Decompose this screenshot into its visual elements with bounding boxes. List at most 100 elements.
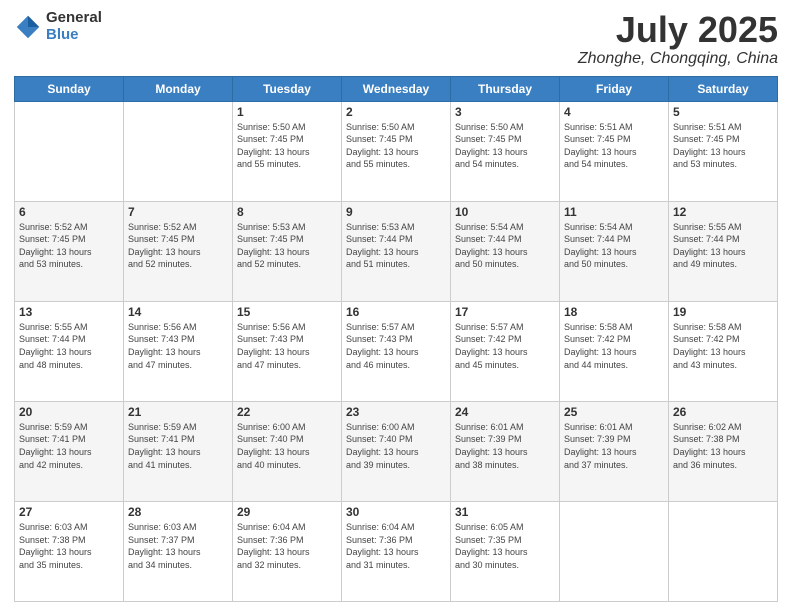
calendar-cell: 6 Sunrise: 5:52 AM Sunset: 7:45 PM Daylig… xyxy=(15,201,124,301)
day-info: Sunrise: 5:52 AM Sunset: 7:45 PM Dayligh… xyxy=(128,221,228,271)
day-number: 18 xyxy=(564,305,664,319)
location-subtitle: Zhonghe, Chongqing, China xyxy=(578,50,778,68)
day-number: 19 xyxy=(673,305,773,319)
day-number: 27 xyxy=(19,505,119,519)
weekday-header-thursday: Thursday xyxy=(451,76,560,101)
day-info: Sunrise: 6:04 AM Sunset: 7:36 PM Dayligh… xyxy=(346,521,446,571)
calendar-cell: 17Sunrise: 5:57 AM Sunset: 7:42 PM Dayli… xyxy=(451,301,560,401)
weekday-header-wednesday: Wednesday xyxy=(342,76,451,101)
title-block: July 2025 Zhonghe, Chongqing, China xyxy=(578,10,778,68)
day-info: Sunrise: 6:05 AM Sunset: 7:35 PM Dayligh… xyxy=(455,521,555,571)
day-number: 22 xyxy=(237,405,337,419)
header: General Blue July 2025 Zhonghe, Chongqin… xyxy=(14,10,778,68)
calendar-week-3: 13 Sunrise: 5:55 AM Sunset: 7:44 PM Dayli… xyxy=(15,301,778,401)
calendar-cell xyxy=(560,501,669,601)
calendar-cell: 4Sunrise: 5:51 AM Sunset: 7:45 PM Daylig… xyxy=(560,101,669,201)
calendar-cell: 26Sunrise: 6:02 AM Sunset: 7:38 PM Dayli… xyxy=(669,401,778,501)
day-info: Sunrise: 6:00 AM Sunset: 7:40 PM Dayligh… xyxy=(237,421,337,471)
weekday-header-row: SundayMondayTuesdayWednesdayThursdayFrid… xyxy=(15,76,778,101)
day-info: Sunrise: 5:54 AM Sunset: 7:44 PM Dayligh… xyxy=(455,221,555,271)
day-number: 8 xyxy=(237,205,337,219)
calendar-cell: 28 Sunrise: 6:03 AM Sunset: 7:37 PM Dayli… xyxy=(124,501,233,601)
calendar-cell xyxy=(669,501,778,601)
day-number: 17 xyxy=(455,305,555,319)
day-info: Sunrise: 5:55 AM Sunset: 7:44 PM Dayligh… xyxy=(19,321,119,371)
calendar-week-4: 20 Sunrise: 5:59 AM Sunset: 7:41 PM Dayli… xyxy=(15,401,778,501)
calendar-cell: 16 Sunrise: 5:57 AM Sunset: 7:43 PM Dayli… xyxy=(342,301,451,401)
calendar-cell: 11Sunrise: 5:54 AM Sunset: 7:44 PM Dayli… xyxy=(560,201,669,301)
day-info: Sunrise: 5:58 AM Sunset: 7:42 PM Dayligh… xyxy=(564,321,664,371)
calendar-cell: 12Sunrise: 5:55 AM Sunset: 7:44 PM Dayli… xyxy=(669,201,778,301)
calendar-cell: 3Sunrise: 5:50 AM Sunset: 7:45 PM Daylig… xyxy=(451,101,560,201)
weekday-header-sunday: Sunday xyxy=(15,76,124,101)
day-number: 25 xyxy=(564,405,664,419)
day-number: 9 xyxy=(346,205,446,219)
calendar-cell xyxy=(124,101,233,201)
calendar-cell: 2Sunrise: 5:50 AM Sunset: 7:45 PM Daylig… xyxy=(342,101,451,201)
calendar-week-1: 1 Sunrise: 5:50 AM Sunset: 7:45 PM Daylig… xyxy=(15,101,778,201)
day-info: Sunrise: 5:57 AM Sunset: 7:43 PM Dayligh… xyxy=(346,321,446,371)
day-number: 16 xyxy=(346,305,446,319)
logo-text: General Blue xyxy=(46,10,102,43)
calendar-cell: 23Sunrise: 6:00 AM Sunset: 7:40 PM Dayli… xyxy=(342,401,451,501)
calendar-cell: 30 Sunrise: 6:04 AM Sunset: 7:36 PM Dayli… xyxy=(342,501,451,601)
day-info: Sunrise: 5:53 AM Sunset: 7:44 PM Dayligh… xyxy=(346,221,446,271)
calendar-cell: 13 Sunrise: 5:55 AM Sunset: 7:44 PM Dayli… xyxy=(15,301,124,401)
page: General Blue July 2025 Zhonghe, Chongqin… xyxy=(0,0,792,612)
logo-blue: Blue xyxy=(46,26,79,43)
calendar-cell: 15 Sunrise: 5:56 AM Sunset: 7:43 PM Dayli… xyxy=(233,301,342,401)
day-info: Sunrise: 6:04 AM Sunset: 7:36 PM Dayligh… xyxy=(237,521,337,571)
weekday-header-friday: Friday xyxy=(560,76,669,101)
day-number: 30 xyxy=(346,505,446,519)
calendar-cell: 10Sunrise: 5:54 AM Sunset: 7:44 PM Dayli… xyxy=(451,201,560,301)
day-number: 4 xyxy=(564,105,664,119)
day-number: 1 xyxy=(237,105,337,119)
day-info: Sunrise: 5:59 AM Sunset: 7:41 PM Dayligh… xyxy=(19,421,119,471)
day-number: 21 xyxy=(128,405,228,419)
calendar-cell: 9 Sunrise: 5:53 AM Sunset: 7:44 PM Daylig… xyxy=(342,201,451,301)
calendar-cell: 31 Sunrise: 6:05 AM Sunset: 7:35 PM Dayli… xyxy=(451,501,560,601)
day-number: 31 xyxy=(455,505,555,519)
day-number: 15 xyxy=(237,305,337,319)
calendar-week-5: 27 Sunrise: 6:03 AM Sunset: 7:38 PM Dayli… xyxy=(15,501,778,601)
logo-icon xyxy=(14,13,42,41)
day-number: 12 xyxy=(673,205,773,219)
day-info: Sunrise: 6:03 AM Sunset: 7:37 PM Dayligh… xyxy=(128,521,228,571)
day-number: 28 xyxy=(128,505,228,519)
day-info: Sunrise: 5:56 AM Sunset: 7:43 PM Dayligh… xyxy=(237,321,337,371)
day-info: Sunrise: 6:01 AM Sunset: 7:39 PM Dayligh… xyxy=(455,421,555,471)
day-number: 20 xyxy=(19,405,119,419)
month-title: July 2025 xyxy=(578,10,778,50)
day-info: Sunrise: 5:51 AM Sunset: 7:45 PM Dayligh… xyxy=(673,121,773,171)
calendar-cell: 21 Sunrise: 5:59 AM Sunset: 7:41 PM Dayli… xyxy=(124,401,233,501)
day-info: Sunrise: 5:59 AM Sunset: 7:41 PM Dayligh… xyxy=(128,421,228,471)
day-info: Sunrise: 5:50 AM Sunset: 7:45 PM Dayligh… xyxy=(455,121,555,171)
logo: General Blue xyxy=(14,10,102,43)
weekday-header-saturday: Saturday xyxy=(669,76,778,101)
day-number: 11 xyxy=(564,205,664,219)
calendar-cell: 18 Sunrise: 5:58 AM Sunset: 7:42 PM Dayli… xyxy=(560,301,669,401)
day-number: 13 xyxy=(19,305,119,319)
calendar-cell: 25 Sunrise: 6:01 AM Sunset: 7:39 PM Dayli… xyxy=(560,401,669,501)
day-info: Sunrise: 6:02 AM Sunset: 7:38 PM Dayligh… xyxy=(673,421,773,471)
day-info: Sunrise: 6:03 AM Sunset: 7:38 PM Dayligh… xyxy=(19,521,119,571)
day-number: 6 xyxy=(19,205,119,219)
day-info: Sunrise: 5:53 AM Sunset: 7:45 PM Dayligh… xyxy=(237,221,337,271)
calendar-cell: 20 Sunrise: 5:59 AM Sunset: 7:41 PM Dayli… xyxy=(15,401,124,501)
day-info: Sunrise: 6:01 AM Sunset: 7:39 PM Dayligh… xyxy=(564,421,664,471)
day-info: Sunrise: 5:52 AM Sunset: 7:45 PM Dayligh… xyxy=(19,221,119,271)
day-info: Sunrise: 5:58 AM Sunset: 7:42 PM Dayligh… xyxy=(673,321,773,371)
day-info: Sunrise: 5:56 AM Sunset: 7:43 PM Dayligh… xyxy=(128,321,228,371)
calendar-cell: 24 Sunrise: 6:01 AM Sunset: 7:39 PM Dayli… xyxy=(451,401,560,501)
calendar-cell: 1Sunrise: 5:50 AM Sunset: 7:45 PM Daylig… xyxy=(233,101,342,201)
calendar-cell xyxy=(15,101,124,201)
calendar-week-2: 6 Sunrise: 5:52 AM Sunset: 7:45 PM Daylig… xyxy=(15,201,778,301)
calendar-cell: 7Sunrise: 5:52 AM Sunset: 7:45 PM Daylig… xyxy=(124,201,233,301)
calendar-cell: 5 Sunrise: 5:51 AM Sunset: 7:45 PM Daylig… xyxy=(669,101,778,201)
calendar-cell: 14Sunrise: 5:56 AM Sunset: 7:43 PM Dayli… xyxy=(124,301,233,401)
day-number: 5 xyxy=(673,105,773,119)
day-number: 2 xyxy=(346,105,446,119)
day-number: 24 xyxy=(455,405,555,419)
weekday-header-monday: Monday xyxy=(124,76,233,101)
logo-general: General xyxy=(46,9,102,26)
